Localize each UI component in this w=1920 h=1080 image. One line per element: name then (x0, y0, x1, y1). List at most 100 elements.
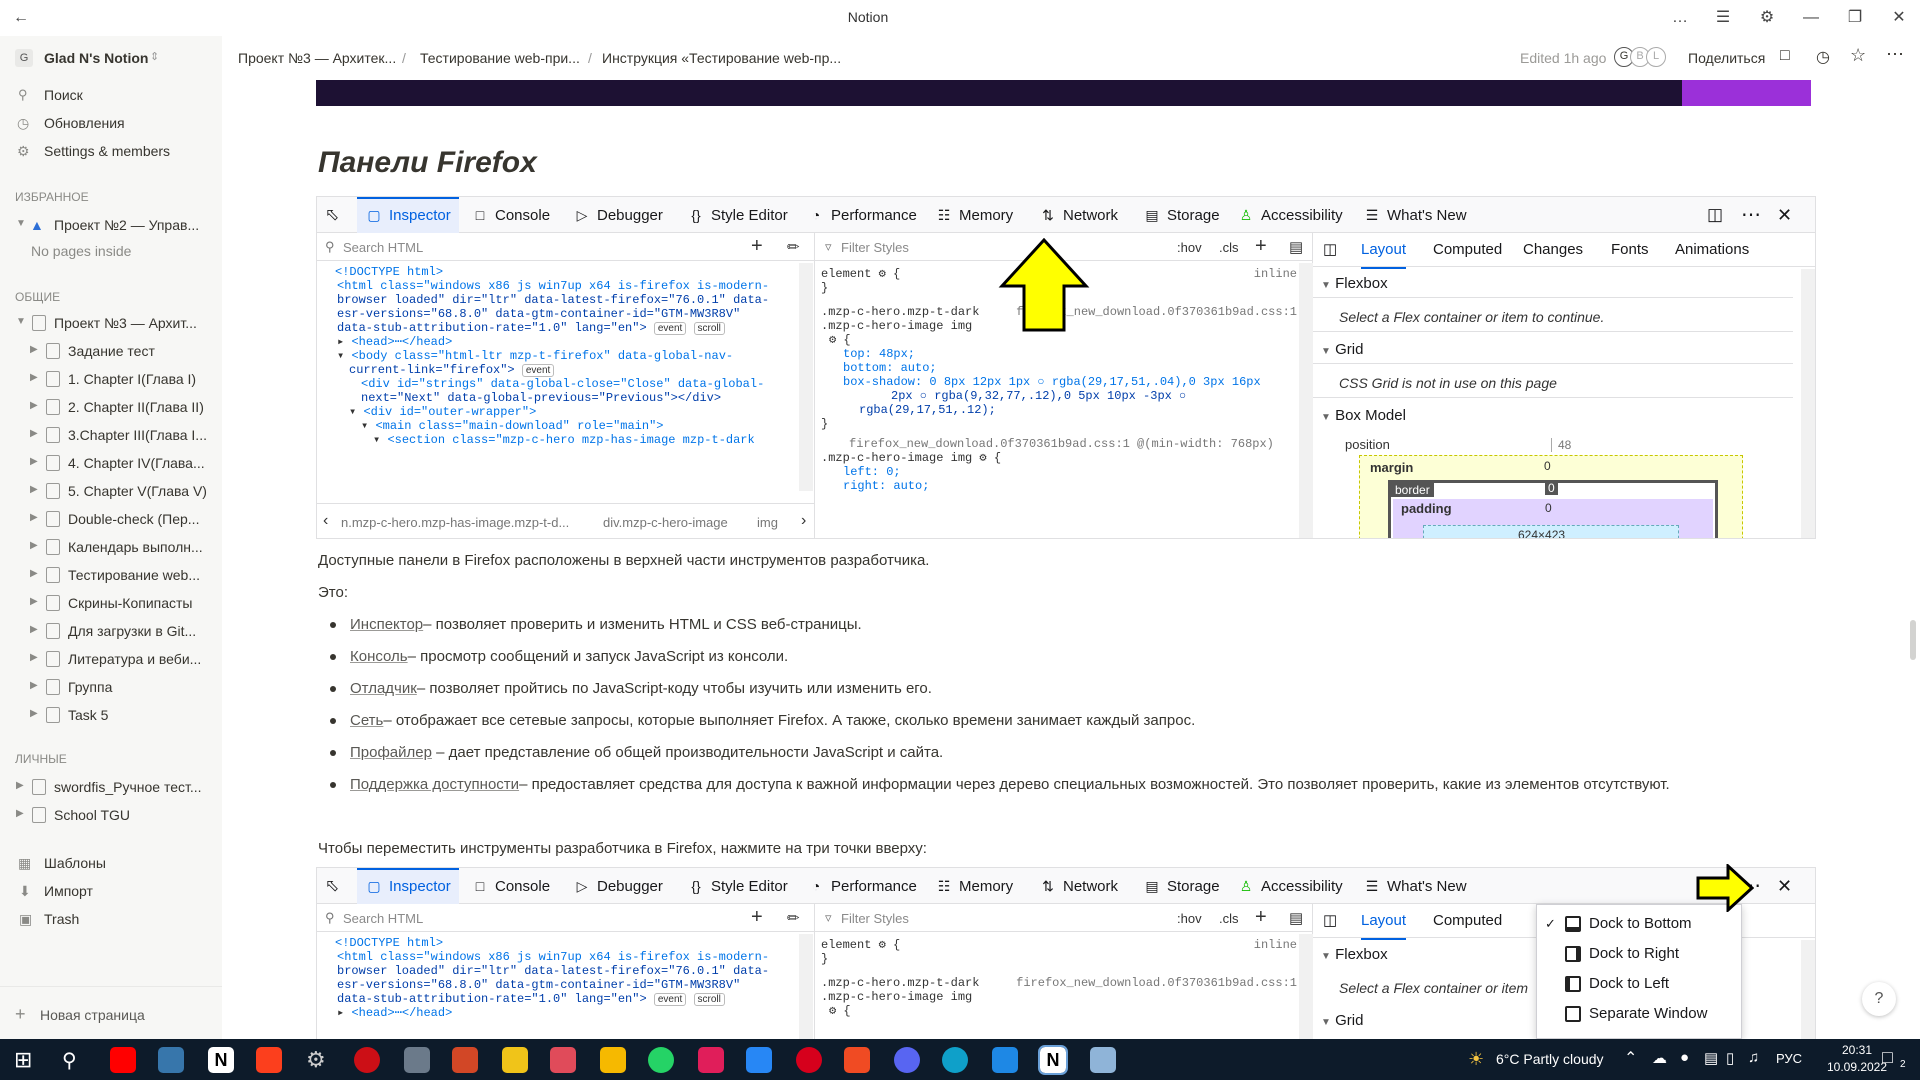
chevron-right-icon[interactable]: ▶ (30, 344, 38, 355)
cls-button[interactable]: .cls (1219, 240, 1239, 255)
chevron-right-icon[interactable]: ▶ (30, 596, 38, 607)
node-crumb[interactable]: div.mzp-c-hero-image (603, 515, 728, 530)
event-badge[interactable]: event (521, 364, 555, 377)
sidebar-item-trash[interactable]: ▣ Trash (0, 906, 222, 932)
breadcrumb-item[interactable]: Инструкция «Тестирование web-пр... (602, 50, 841, 66)
bullet-link[interactable]: Инспектор (350, 616, 423, 633)
hov-button[interactable]: :hov (1177, 911, 1202, 926)
workspace-switcher[interactable]: G Glad N's Notion ⇕ (0, 46, 222, 72)
chevron-right-icon[interactable]: ▶ (30, 624, 38, 635)
tab-accessibility[interactable]: ♙ Accessibility (1237, 868, 1343, 904)
flexbox-section[interactable]: ▼ Flexbox (1321, 275, 1388, 292)
print-sim-icon[interactable]: ▤ (1289, 909, 1303, 927)
sidebar-item-import[interactable]: ⬇ Импорт (0, 878, 222, 904)
scroll-badge[interactable]: scroll (693, 993, 725, 1006)
notifications-icon[interactable]: □ (1882, 1047, 1893, 1068)
tab-inspector[interactable]: ▢ Inspector (357, 868, 459, 904)
dock-layout-icon[interactable]: ◫ (1707, 197, 1723, 233)
chevron-right-icon[interactable]: ▶ (30, 372, 38, 383)
css-decl[interactable]: top: 48px; (821, 347, 1297, 361)
tab-animations[interactable]: Animations (1675, 233, 1749, 267)
python-icon[interactable] (158, 1047, 184, 1073)
chevron-up-icon[interactable]: ⌃ (1624, 1048, 1637, 1068)
html-line[interactable]: <html class="windows x86 js win7up x64 i… (335, 279, 797, 293)
settings-icon[interactable]: ⚙ (1752, 6, 1782, 30)
sidebar-page-item[interactable]: ▶ Для загрузки в Git... (0, 618, 222, 644)
star-icon[interactable]: ☆ (1850, 45, 1866, 66)
bullet-link[interactable]: Консоль (350, 648, 408, 665)
content-size[interactable]: 624×423 (1518, 528, 1565, 538)
notion-active-icon[interactable]: N (1038, 1045, 1068, 1075)
minimize-icon[interactable]: — (1796, 6, 1826, 30)
tab-layout[interactable]: Layout (1361, 233, 1407, 269)
chevron-right-icon[interactable]: ▶ (30, 456, 38, 467)
add-node-icon[interactable]: + (751, 906, 763, 929)
tab-inspector[interactable]: ▢ Inspector (357, 197, 459, 233)
tab-computed[interactable]: Computed (1433, 904, 1502, 938)
chevron-right-icon[interactable]: ▶ (16, 808, 24, 819)
chevron-right-icon[interactable]: › (801, 512, 806, 530)
chevron-right-icon[interactable]: ▶ (30, 680, 38, 691)
chevron-right-icon[interactable]: ▶ (30, 484, 38, 495)
box-model-section[interactable]: ▼ Box Model (1321, 407, 1406, 424)
sidebar-item-search[interactable]: ⚲ Поиск (0, 82, 222, 108)
sidebar-page-item[interactable]: ▶ 2. Chapter II(Глава II) (0, 394, 222, 420)
rules-scrollbar[interactable] (1299, 263, 1313, 538)
weather-icon[interactable]: ☀ (1468, 1049, 1484, 1070)
sidebar-page-item[interactable]: ▶ 4. Chapter IV(Глава... (0, 450, 222, 476)
bullet-link[interactable]: Профайлер (350, 744, 432, 761)
app-icon[interactable] (992, 1047, 1018, 1073)
sidebar-page-item[interactable]: ▶ 3.Chapter III(Глава I... (0, 422, 222, 448)
tab-changes[interactable]: Changes (1523, 233, 1583, 267)
sidebar-item-settings[interactable]: ⚙ Settings & members (0, 138, 222, 164)
node-crumb[interactable]: n.mzp-c-hero.mzp-has-image.mzp-t-d... (341, 515, 569, 530)
close-icon[interactable]: ✕ (1777, 868, 1792, 904)
toggle-sidebar-icon[interactable]: ◫ (1323, 904, 1337, 938)
sidebar-item-templates[interactable]: ▦ Шаблоны (0, 850, 222, 876)
markup-scrollbar[interactable] (799, 263, 813, 491)
filter-styles-input[interactable]: Filter Styles (841, 240, 909, 255)
language-indicator[interactable]: РУС (1776, 1051, 1802, 1066)
chevron-right-icon[interactable]: ▶ (30, 428, 38, 439)
sidebar-page-item[interactable]: ▶ Календарь выполн... (0, 534, 222, 560)
tab-layout[interactable]: Layout (1361, 904, 1407, 940)
tab-console[interactable]: □ Console (471, 197, 550, 233)
chevron-down-icon[interactable]: ▼ (16, 316, 26, 327)
search-html-input[interactable]: Search HTML (343, 911, 423, 926)
breadcrumb-item[interactable]: Тестирование web-при... (420, 50, 580, 66)
slack-icon[interactable] (698, 1047, 724, 1073)
menu-item-dock-bottom[interactable]: ✓ Dock to Bottom (1537, 909, 1741, 939)
grid-section[interactable]: ▼ Grid (1321, 341, 1363, 358)
sidebar-page-item[interactable]: ▶ 5. Chapter V(Глава V) (0, 478, 222, 504)
menu-item-dock-right[interactable]: Dock to Right (1537, 939, 1741, 969)
tab-performance[interactable]: ◔ Performance (807, 197, 917, 233)
add-rule-icon[interactable]: + (1255, 906, 1267, 929)
menu-item-dock-left[interactable]: Dock to Left (1537, 969, 1741, 999)
html-line[interactable]: ▸ <head>⋯</head> (335, 335, 797, 349)
tab-storage[interactable]: ▤ Storage (1143, 197, 1219, 233)
pick-element-icon[interactable]: ⬁ (325, 868, 339, 904)
restore-icon[interactable]: ❐ (1840, 6, 1870, 30)
discord-icon[interactable] (894, 1047, 920, 1073)
volume-icon[interactable]: ♫ (1748, 1049, 1759, 1066)
history-icon[interactable]: ◷ (1816, 47, 1830, 67)
search-html-input[interactable]: Search HTML (343, 240, 423, 255)
sidebar-private-item[interactable]: ▶ School TGU (0, 802, 222, 828)
tab-debugger[interactable]: ▷ Debugger (573, 197, 663, 233)
tab-performance[interactable]: ◔ Performance (807, 868, 917, 904)
print-sim-icon[interactable]: ▤ (1289, 238, 1303, 256)
windows-start-icon[interactable]: ⊞ (14, 1047, 32, 1073)
html-line[interactable]: ▸ <head>⋯</head> (335, 1006, 797, 1020)
vk-icon[interactable] (746, 1047, 772, 1073)
border-top-value[interactable]: 0 (1545, 481, 1558, 495)
html-line[interactable]: <!DOCTYPE html> (335, 265, 797, 279)
app-icon[interactable] (1090, 1047, 1116, 1073)
tab-network[interactable]: ⇅ Network (1039, 868, 1118, 904)
whatsapp-icon[interactable] (648, 1047, 674, 1073)
css-decl[interactable]: bottom: auto; (821, 361, 1297, 375)
app-icon[interactable] (844, 1047, 870, 1073)
close-icon[interactable]: ✕ (1884, 6, 1914, 30)
chevron-left-icon[interactable]: ‹ (323, 512, 328, 530)
layout-scrollbar[interactable] (1801, 269, 1815, 538)
powerpoint-icon[interactable] (452, 1047, 478, 1073)
